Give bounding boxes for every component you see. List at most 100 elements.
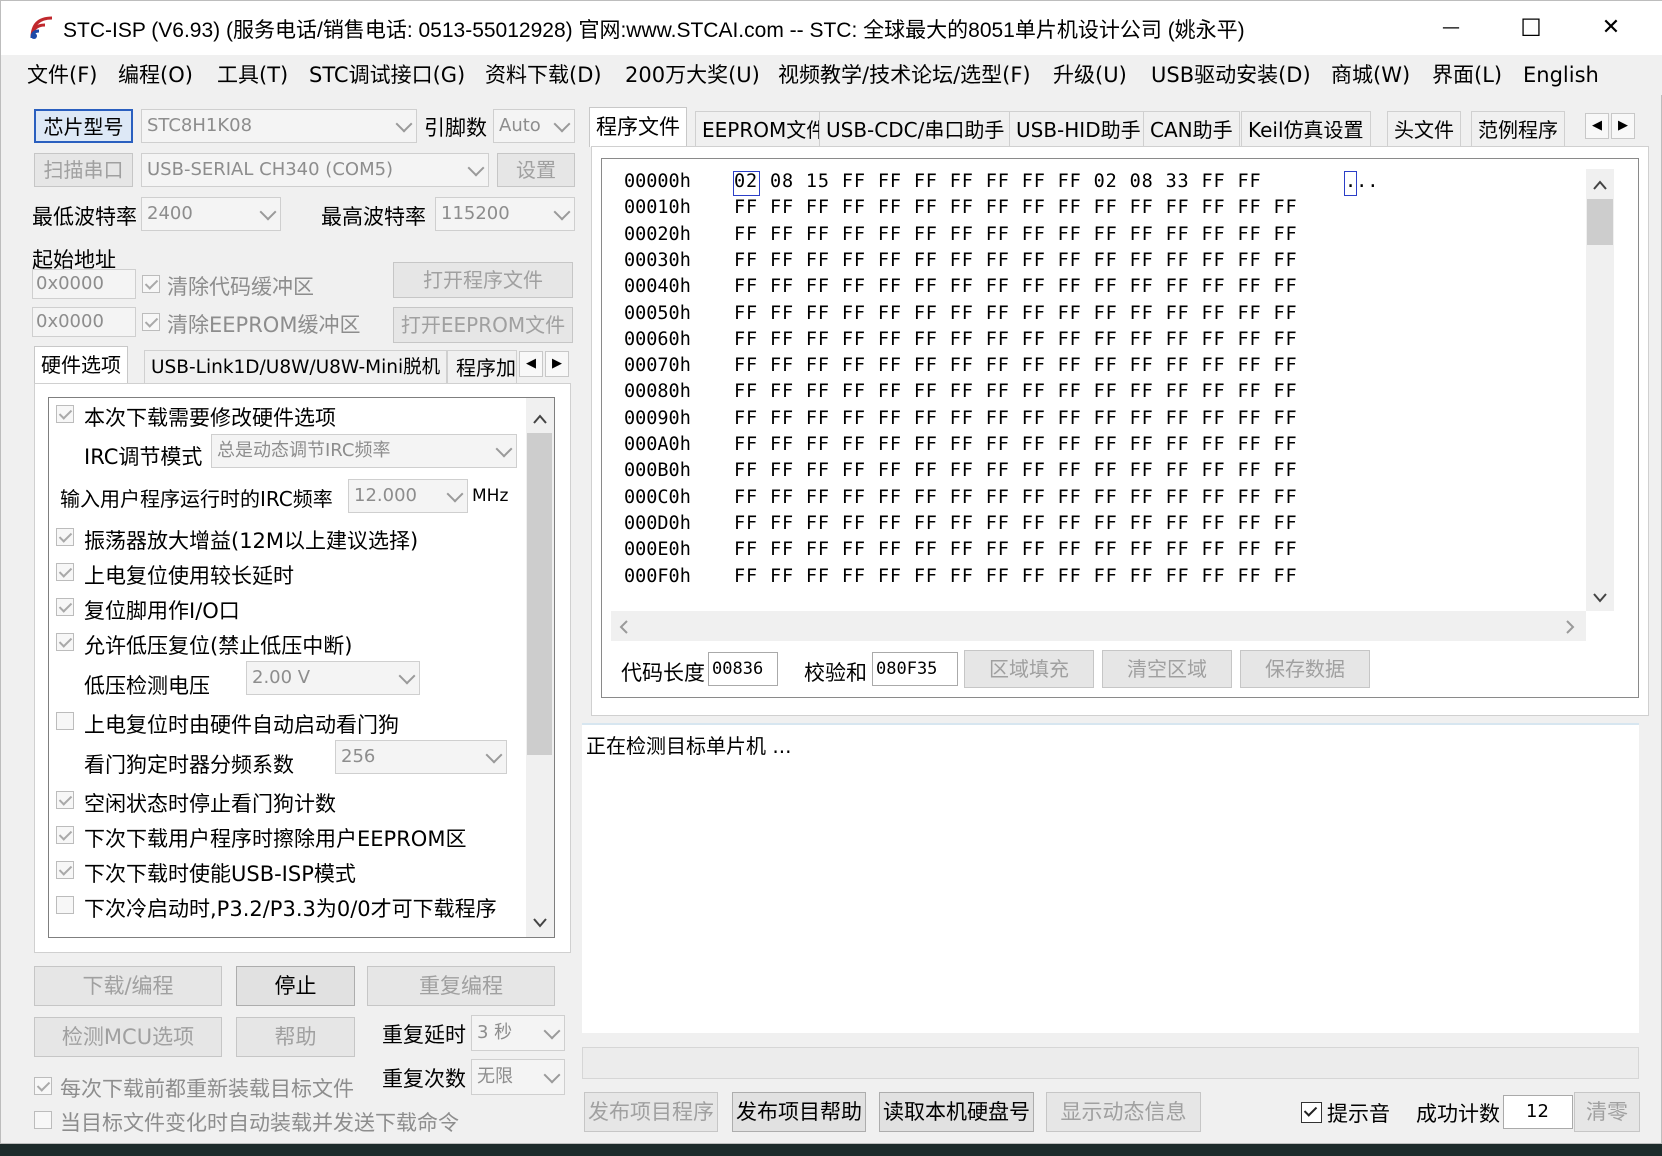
min-baud-select[interactable]: 2400 (141, 197, 281, 231)
lvd-select[interactable]: 2.00 V (246, 661, 420, 695)
chevron-down-icon[interactable] (531, 912, 549, 930)
chevron-left-icon[interactable] (615, 617, 633, 635)
tab-eeprom-file[interactable]: EEPROM文件 (695, 111, 834, 147)
port-settings-button[interactable]: 设置 (497, 153, 575, 187)
tab-scroll-right-button[interactable]: ▶ (545, 351, 569, 377)
tab-program-encrypt[interactable]: 程序加 (447, 350, 517, 384)
save-data-button[interactable]: 保存数据 (1240, 650, 1370, 688)
open-program-button[interactable]: 打开程序文件 (393, 262, 573, 298)
menu-file[interactable]: 文件(F) (27, 59, 97, 91)
hex-row-bytes[interactable]: FF FF FF FF FF FF FF FF FF FF FF FF FF F… (734, 224, 1297, 245)
hex-row-bytes[interactable]: FF FF FF FF FF FF FF FF FF FF FF FF FF F… (734, 408, 1297, 429)
scan-port-button[interactable]: 扫描串口 (34, 153, 133, 187)
options-scroll-thumb[interactable] (527, 433, 552, 755)
tab-examples[interactable]: 范例程序 (1471, 111, 1565, 147)
open-eeprom-button[interactable]: 打开EEPROM文件 (393, 307, 573, 343)
tab-scroll-left-button[interactable]: ◀ (519, 351, 543, 377)
hex-row-bytes[interactable]: FF FF FF FF FF FF FF FF FF FF FF FF FF F… (734, 197, 1297, 218)
cold-start-p32-checkbox[interactable] (56, 896, 74, 914)
menu-program[interactable]: 编程(O) (118, 59, 193, 91)
tab-usb-hid[interactable]: USB-HID助手 (1009, 111, 1148, 147)
menu-video[interactable]: 视频教学/技术论坛/选型(F) (778, 59, 1031, 91)
show-dynamic-info-button[interactable]: 显示动态信息 (1046, 1092, 1201, 1132)
hex-row-bytes[interactable]: FF FF FF FF FF FF FF FF FF FF FF FF FF F… (734, 460, 1297, 481)
menu-tools[interactable]: 工具(T) (217, 59, 288, 91)
menu-prize[interactable]: 200万大奖(U) (625, 59, 760, 91)
right-tab-scroll-right-button[interactable]: ▶ (1611, 113, 1635, 139)
port-select[interactable]: USB-SERIAL CH340 (COM5) (141, 153, 489, 187)
hex-row-bytes[interactable]: FF FF FF FF FF FF FF FF FF FF FF FF FF F… (734, 539, 1297, 560)
hex-row-bytes[interactable]: FF FF FF FF FF FF FF FF FF FF FF FF FF F… (734, 513, 1297, 534)
clear-code-checkbox[interactable] (142, 275, 160, 293)
menu-shop[interactable]: 商城(W) (1331, 59, 1410, 91)
hex-row-bytes[interactable]: FF FF FF FF FF FF FF FF FF FF FF FF FF F… (734, 303, 1297, 324)
idle-stop-wdt-checkbox[interactable] (56, 791, 74, 809)
tab-program-file[interactable]: 程序文件 (589, 107, 687, 147)
low-voltage-reset-checkbox[interactable] (56, 633, 74, 651)
publish-help-button[interactable]: 发布项目帮助 (732, 1092, 866, 1132)
modify-hw-checkbox[interactable] (56, 405, 74, 423)
clear-region-button[interactable]: 清空区域 (1102, 650, 1232, 688)
menu-english[interactable]: English (1523, 59, 1599, 91)
chevron-up-icon[interactable] (531, 409, 549, 427)
hex-row-bytes[interactable]: FF FF FF FF FF FF FF FF FF FF FF FF FF F… (734, 276, 1297, 297)
pins-select[interactable]: Auto (493, 109, 575, 143)
irc-mode-select[interactable]: 总是动态调节IRC频率 (211, 434, 517, 468)
sound-checkbox[interactable] (1301, 1102, 1322, 1123)
tab-usb-link[interactable]: USB-Link1D/U8W/U8W-Mini脱机 (144, 350, 448, 384)
check-mcu-button[interactable]: 检测MCU选项 (34, 1017, 222, 1057)
log-panel[interactable] (582, 723, 1639, 1033)
tab-can[interactable]: CAN助手 (1143, 111, 1240, 147)
repeat-program-button[interactable]: 重复编程 (367, 966, 555, 1006)
repeat-delay-select[interactable]: 3 秒 (471, 1015, 565, 1051)
auto-load-checkbox[interactable] (34, 1111, 52, 1129)
hex-row-bytes[interactable]: FF FF FF FF FF FF FF FF FF FF FF FF FF F… (734, 329, 1297, 350)
tab-header-file[interactable]: 头文件 (1387, 111, 1461, 147)
help-button[interactable]: 帮助 (236, 1017, 355, 1057)
hex-row-bytes[interactable]: FF FF FF FF FF FF FF FF FF FF FF FF FF F… (734, 355, 1297, 376)
chevron-up-icon[interactable] (1591, 175, 1609, 193)
download-program-button[interactable]: 下载/编程 (34, 966, 222, 1006)
read-disk-id-button[interactable]: 读取本机硬盘号 (879, 1092, 1034, 1132)
chevron-down-icon[interactable] (1591, 587, 1609, 605)
hex-row-bytes[interactable]: FF FF FF FF FF FF FF FF FF FF FF FF FF F… (734, 487, 1297, 508)
long-reset-delay-checkbox[interactable] (56, 563, 74, 581)
stop-button[interactable]: 停止 (236, 966, 355, 1006)
hex-row-bytes[interactable]: FF FF FF FF FF FF FF FF FF FF FF FF FF F… (734, 434, 1297, 455)
reset-pin-io-checkbox[interactable] (56, 598, 74, 616)
watchdog-auto-start-checkbox[interactable] (56, 712, 74, 730)
erase-eeprom-checkbox[interactable] (56, 826, 74, 844)
chip-model-select[interactable]: STC8H1K08 (141, 109, 417, 143)
minimize-button[interactable]: — (1421, 11, 1481, 45)
tab-hardware-options[interactable]: 硬件选项 (34, 346, 128, 384)
repeat-count-select[interactable]: 无限 (471, 1059, 565, 1095)
hex-row-bytes[interactable]: FF FF FF FF FF FF FF FF FF FF FF FF FF F… (734, 566, 1297, 587)
usb-isp-checkbox[interactable] (56, 861, 74, 879)
chip-model-button[interactable]: 芯片型号 (34, 109, 133, 143)
hex-row-bytes[interactable]: FF FF FF FF FF FF FF FF FF FF FF FF FF F… (734, 381, 1297, 402)
publish-program-button[interactable]: 发布项目程序 (584, 1092, 718, 1132)
hex-vscroll-thumb[interactable] (1587, 199, 1613, 245)
reset-count-button[interactable]: 清零 (1574, 1092, 1640, 1132)
close-button[interactable]: ✕ (1581, 11, 1641, 45)
menu-usb-driver[interactable]: USB驱动安装(D) (1151, 59, 1311, 91)
right-tab-scroll-left-button[interactable]: ◀ (1585, 113, 1609, 139)
clear-eeprom-checkbox[interactable] (142, 313, 160, 331)
maximize-button[interactable]: ☐ (1501, 11, 1561, 45)
tab-keil[interactable]: Keil仿真设置 (1241, 111, 1371, 147)
code-start-address-input[interactable]: 0x0000 (32, 269, 136, 299)
eeprom-start-address-input[interactable]: 0x0000 (32, 307, 136, 337)
menu-interface[interactable]: 界面(L) (1432, 59, 1502, 91)
max-baud-select[interactable]: 115200 (435, 197, 575, 231)
menu-upgrade[interactable]: 升级(U) (1053, 59, 1127, 91)
irc-freq-select[interactable]: 12.000 (348, 479, 468, 513)
hex-hscrollbar[interactable] (611, 611, 1586, 641)
osc-gain-checkbox[interactable] (56, 528, 74, 546)
hex-row-bytes[interactable]: 02 08 15 FF FF FF FF FF FF FF 02 08 33 F… (734, 171, 1261, 192)
menu-downloads[interactable]: 资料下载(D) (485, 59, 602, 91)
wdt-prescaler-select[interactable]: 256 (335, 740, 507, 774)
reload-before-download-checkbox[interactable] (34, 1077, 52, 1095)
tab-usb-cdc[interactable]: USB-CDC/串口助手 (819, 111, 1012, 147)
chevron-right-icon[interactable] (1561, 617, 1579, 635)
fill-region-button[interactable]: 区域填充 (964, 650, 1094, 688)
